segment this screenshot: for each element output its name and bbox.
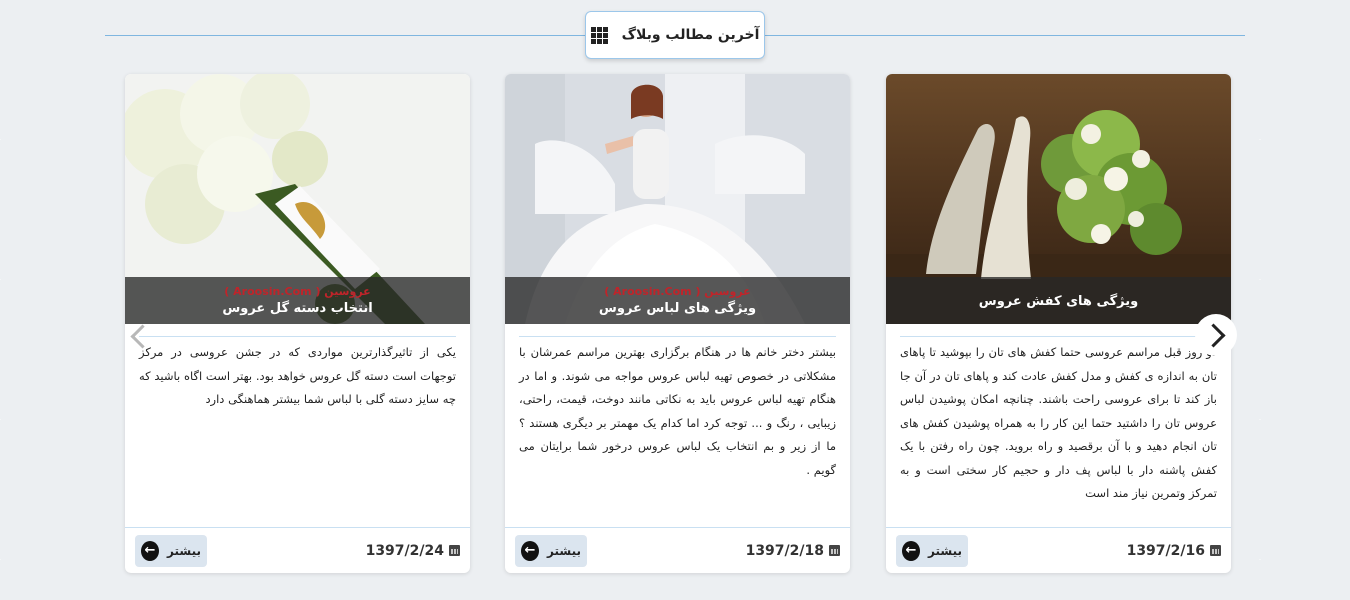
post-footer: بیشتر ← 1397/2/18 (505, 527, 850, 573)
chevron-right-icon (1200, 322, 1226, 348)
arrow-left-icon: ← (902, 540, 921, 561)
chevron-left-icon (129, 323, 155, 349)
post-caption-bar: ( Aroosin.Com ) عروسین انتخاب دسته گل عر… (125, 277, 470, 324)
arrow-left-icon: ← (141, 540, 160, 561)
carousel-next-button[interactable] (1195, 314, 1237, 356)
post-title[interactable]: ویژگی های کفش عروس (979, 294, 1138, 309)
post-excerpt: بیشتر دختر خانم ها در هنگام برگزاری بهتر… (519, 336, 836, 526)
post-date-text: 1397/2/24 (365, 542, 444, 559)
post-title[interactable]: انتخاب دسته گل عروس (222, 301, 372, 316)
post-excerpt: یکی از تاثیرگذارترین مواردی که در جشن عر… (139, 336, 456, 526)
post-footer: بیشتر ← 1397/2/24 (125, 527, 470, 573)
section-header: آخرین مطالب وبلاگ (585, 11, 765, 59)
post-caption-bar: ( Aroosin.Com ) عروسین ویژگی های لباس عر… (505, 277, 850, 324)
post-image-dress[interactable]: ( Aroosin.Com ) عروسین ویژگی های لباس عر… (505, 74, 850, 324)
post-card: ( Aroosin.Com ) عروسین ویژگی های لباس عر… (505, 74, 850, 573)
post-date: 1397/2/24 (366, 543, 460, 559)
grid-icon (590, 26, 608, 44)
post-date-text: 1397/2/16 (1126, 542, 1205, 559)
post-date: 1397/2/16 (1127, 543, 1221, 559)
post-caption-bar: ویژگی های کفش عروس (886, 277, 1231, 324)
carousel-prev-button[interactable] (118, 312, 158, 360)
post-title[interactable]: ویژگی های لباس عروس (599, 301, 756, 316)
more-label: بیشتر (928, 543, 962, 558)
section-title: آخرین مطالب وبلاگ (621, 27, 760, 43)
more-label: بیشتر (167, 543, 201, 558)
calendar-icon (1210, 545, 1221, 556)
watermark-text: ( Aroosin.Com ) عروسین (224, 285, 371, 298)
post-image-bouquet[interactable]: ( Aroosin.Com ) عروسین انتخاب دسته گل عر… (125, 74, 470, 324)
post-card: ( Aroosin.Com ) عروسین انتخاب دسته گل عر… (125, 74, 470, 573)
more-button[interactable]: بیشتر ← (896, 534, 968, 567)
post-image-shoes[interactable]: ویژگی های کفش عروس (886, 74, 1231, 324)
post-footer: بیشتر ← 1397/2/16 (886, 527, 1231, 573)
more-label: بیشتر (547, 543, 581, 558)
calendar-icon (449, 545, 460, 556)
watermark-text: ( Aroosin.Com ) عروسین (604, 285, 751, 298)
post-card: ویژگی های کفش عروس دو روز قبل مراسم عروس… (886, 74, 1231, 573)
post-date-text: 1397/2/18 (745, 542, 824, 559)
arrow-left-icon: ← (521, 540, 540, 561)
more-button[interactable]: بیشتر ← (135, 534, 207, 567)
calendar-icon (829, 545, 840, 556)
post-date: 1397/2/18 (746, 543, 840, 559)
post-excerpt: دو روز قبل مراسم عروسی حتما کفش های تان … (900, 336, 1217, 526)
more-button[interactable]: بیشتر ← (515, 534, 587, 567)
